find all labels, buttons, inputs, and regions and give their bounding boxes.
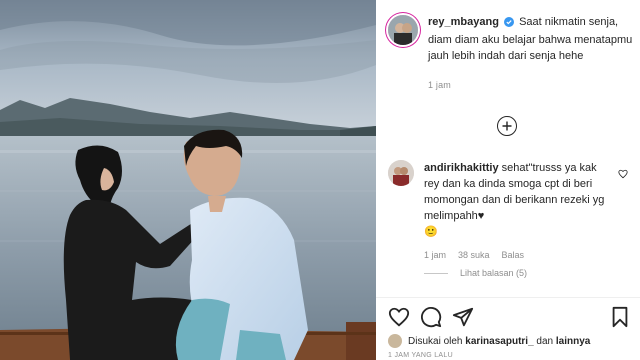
likes-others-link[interactable]: lainnya bbox=[556, 336, 590, 347]
plus-circle-icon[interactable] bbox=[497, 116, 517, 136]
bookmark-icon[interactable] bbox=[610, 306, 630, 333]
post-timestamp[interactable]: 1 JAM YANG LALU bbox=[388, 352, 453, 359]
likes-prefix: Disukai oleh bbox=[408, 335, 463, 347]
view-replies-label: Lihat balasan (5) bbox=[460, 268, 528, 278]
replies-divider-line bbox=[424, 272, 448, 274]
comment-text-block: andirikhakittiy sehat"trusss ya kak rey … bbox=[424, 160, 612, 240]
comment-meta: 1 jam 38 suka Balas bbox=[424, 250, 612, 260]
likes-middle: dan bbox=[536, 335, 554, 347]
comment-likes-count[interactable]: 38 suka bbox=[458, 250, 490, 260]
comment-heart-icon[interactable] bbox=[618, 166, 628, 184]
action-bar bbox=[388, 306, 632, 330]
reply-button[interactable]: Balas bbox=[502, 250, 525, 260]
likes-summary: Disukai oleh karinasaputri_ dan lainnya bbox=[388, 334, 590, 348]
author-avatar[interactable] bbox=[388, 15, 418, 45]
caption-row: rey_mbayang Saat nikmatin senja, diam di… bbox=[388, 14, 636, 90]
caption-content: rey_mbayang Saat nikmatin senja, diam di… bbox=[428, 14, 636, 90]
post-photo[interactable] bbox=[0, 0, 376, 360]
panel-divider bbox=[376, 297, 640, 298]
couple-lake-photo bbox=[0, 0, 376, 360]
comment-content: andirikhakittiy sehat"trusss ya kak rey … bbox=[424, 160, 612, 260]
comment-time[interactable]: 1 jam bbox=[424, 250, 446, 260]
caption-text-block: rey_mbayang Saat nikmatin senja, diam di… bbox=[428, 14, 636, 64]
liker-username[interactable]: karinasaputri_ bbox=[465, 336, 533, 347]
comment-emoji: 🙂 bbox=[424, 226, 438, 238]
comment-bubble-icon[interactable] bbox=[420, 306, 442, 333]
post-side-panel: rey_mbayang Saat nikmatin senja, diam di… bbox=[376, 0, 640, 360]
commenter-avatar[interactable] bbox=[388, 160, 414, 186]
paper-plane-icon[interactable] bbox=[452, 306, 474, 333]
post-time[interactable]: 1 jam bbox=[428, 80, 636, 90]
comment-item: andirikhakittiy sehat"trusss ya kak rey … bbox=[388, 160, 636, 260]
heart-icon[interactable] bbox=[388, 306, 410, 333]
author-username[interactable]: rey_mbayang bbox=[428, 16, 499, 28]
commenter-username[interactable]: andirikhakittiy bbox=[424, 162, 499, 174]
verified-badge-icon bbox=[504, 16, 514, 32]
liker-avatar[interactable] bbox=[388, 334, 402, 348]
view-replies[interactable]: Lihat balasan (5) bbox=[424, 268, 527, 278]
